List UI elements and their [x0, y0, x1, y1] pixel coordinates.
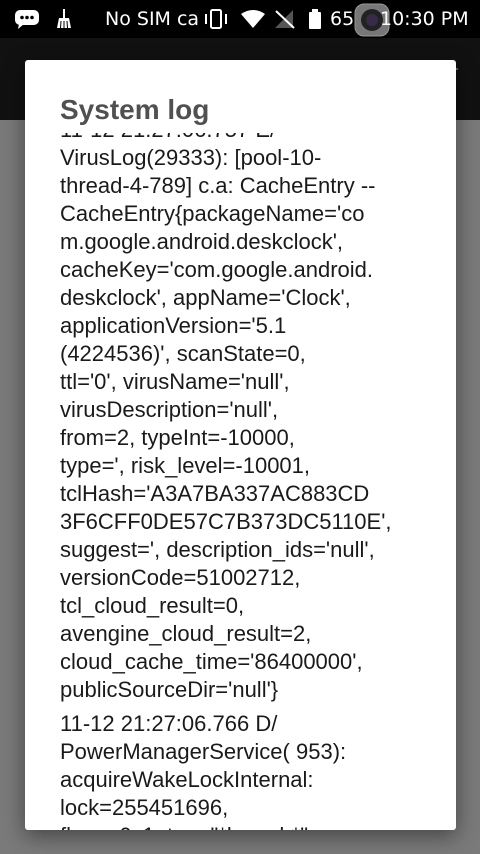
log-scroll-area[interactable]: 11-12 21:27:06.757 E/ VirusLog(29333): [… — [25, 133, 456, 830]
vibrate-icon — [203, 9, 229, 29]
no-signal-icon — [274, 9, 296, 29]
wifi-icon — [240, 9, 266, 29]
broom-icon — [56, 9, 72, 29]
log-entry: 11-12 21:27:06.766 D/ PowerManagerServic… — [60, 711, 347, 830]
system-log-dialog: System log 11-12 21:27:06.757 E/ VirusLo… — [25, 60, 456, 830]
log-entry: 11-12 21:27:06.757 E/ VirusLog(29333): [… — [60, 133, 392, 702]
battery-icon — [308, 9, 322, 29]
log-content: 11-12 21:27:06.757 E/ VirusLog(29333): [… — [60, 133, 420, 830]
chat-notification-icon — [14, 9, 40, 29]
clock-time: 10:30 PM — [380, 8, 469, 30]
status-bar: No SIM ca 65% 10:30 PM — [0, 0, 480, 38]
carrier-text: No SIM ca — [105, 8, 200, 30]
dialog-title: System log — [60, 90, 218, 130]
